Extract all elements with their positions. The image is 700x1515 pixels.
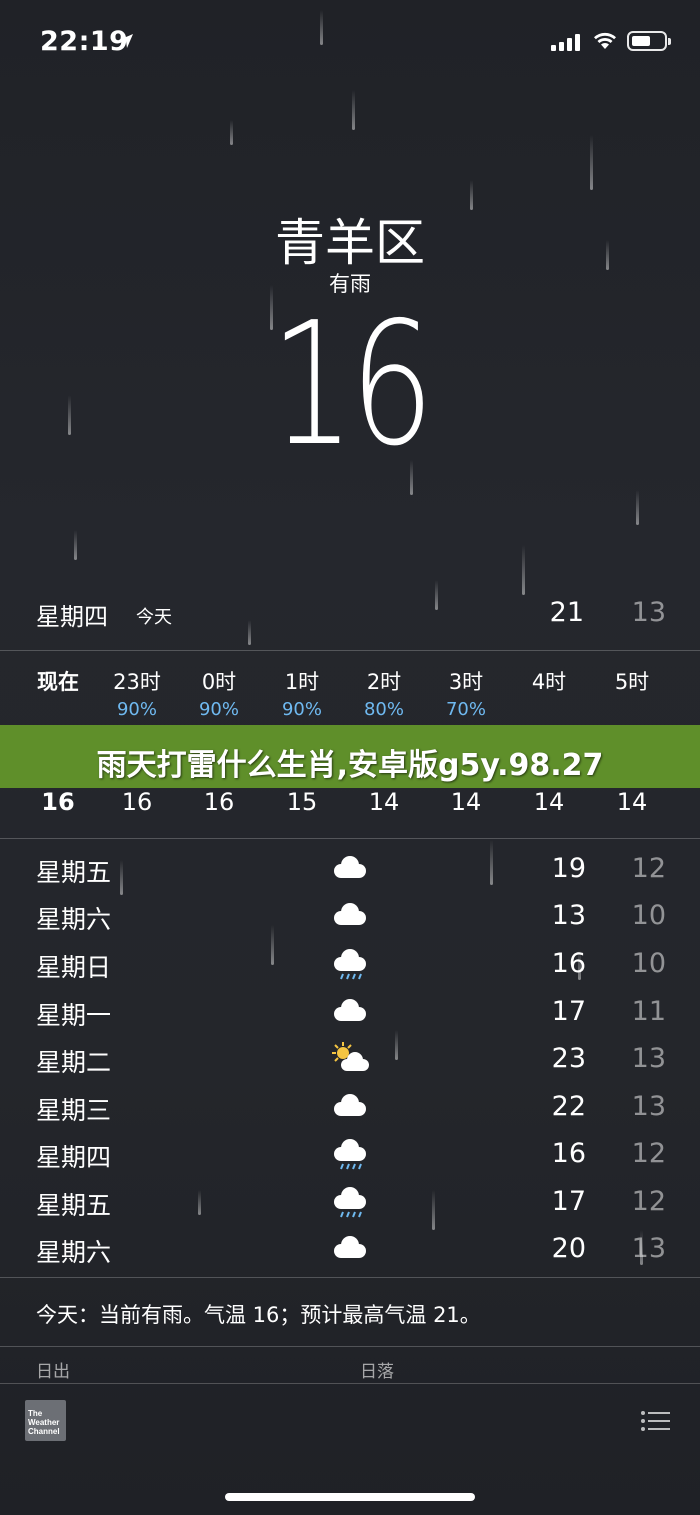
daily-row: 星期六 20 13 xyxy=(36,1233,666,1279)
hour-label: 现在 xyxy=(37,670,79,694)
day-name: 星期二 xyxy=(36,1048,112,1077)
hour-label: 5时 xyxy=(614,670,650,694)
day-low: 12 xyxy=(631,853,666,884)
hour-temp: 15 xyxy=(286,788,318,816)
day-low: 10 xyxy=(631,900,666,931)
day-low: 12 xyxy=(631,1138,666,1169)
hour-label: 4时 xyxy=(531,670,567,694)
daily-row: 星期日 16 10 xyxy=(36,948,666,994)
battery-icon xyxy=(627,31,671,51)
cloud-icon xyxy=(334,1094,366,1116)
today-low: 13 xyxy=(631,597,666,628)
day-low: 11 xyxy=(631,996,666,1027)
precip-chance: 90% xyxy=(116,699,157,720)
daily-row: 星期一 17 11 xyxy=(36,996,666,1042)
day-high: 16 xyxy=(551,1138,586,1169)
hour-item: 4时 xyxy=(509,666,589,696)
hour-item: 0时 90% xyxy=(179,666,259,720)
day-high: 17 xyxy=(551,996,586,1027)
day-name: 星期日 xyxy=(36,953,112,982)
home-indicator[interactable] xyxy=(225,1493,475,1501)
rain-icon xyxy=(334,949,366,980)
divider xyxy=(0,838,700,839)
day-high: 16 xyxy=(551,948,586,979)
location-arrow-icon xyxy=(119,34,133,48)
cloud-icon xyxy=(334,856,366,878)
sunset-label: 日落 xyxy=(360,1362,394,1382)
hour-label: 3时 xyxy=(448,670,484,694)
today-row: 星期四 今天 21 13 xyxy=(36,597,666,637)
daily-row: 星期三 22 13 xyxy=(36,1091,666,1137)
divider xyxy=(0,1346,700,1347)
cellular-signal-icon xyxy=(551,33,580,51)
day-name: 星期四 xyxy=(36,1143,112,1172)
hour-label: 2时 xyxy=(366,670,402,694)
precip-chance: 70% xyxy=(445,699,486,720)
day-high: 20 xyxy=(551,1233,586,1264)
weather-channel-logo[interactable]: The Weather Channel xyxy=(25,1400,66,1441)
day-name: 星期五 xyxy=(36,1191,112,1220)
wifi-icon xyxy=(594,32,616,49)
hour-item: 2时 80% xyxy=(344,666,424,720)
day-name: 星期六 xyxy=(36,1238,112,1267)
precip-chance: 90% xyxy=(198,699,239,720)
day-high: 22 xyxy=(551,1091,586,1122)
day-high: 13 xyxy=(551,900,586,931)
daily-row: 星期四 16 12 xyxy=(36,1138,666,1184)
hour-item: 23时 90% xyxy=(97,666,177,720)
day-low: 13 xyxy=(631,1233,666,1264)
precip-chance: 80% xyxy=(363,699,404,720)
hour-item: 1时 90% xyxy=(262,666,342,720)
hour-item: 5时 xyxy=(592,666,672,696)
hour-label: 23时 xyxy=(113,670,161,694)
day-low: 13 xyxy=(631,1043,666,1074)
hour-now: 现在 xyxy=(18,666,98,696)
day-low: 13 xyxy=(631,1091,666,1122)
hour-temp: 14 xyxy=(450,788,482,816)
divider xyxy=(0,1383,700,1384)
cloud-icon xyxy=(334,999,366,1021)
today-summary: 今天：当前有雨。气温 16；预计最高气温 21。 xyxy=(36,1303,481,1327)
hour-temp: 14 xyxy=(368,788,400,816)
day-name: 星期五 xyxy=(36,858,112,887)
day-name: 星期六 xyxy=(36,905,112,934)
day-low: 12 xyxy=(631,1186,666,1217)
logo-text: The Weather Channel xyxy=(28,1409,60,1436)
day-high: 23 xyxy=(551,1043,586,1074)
day-high: 19 xyxy=(551,853,586,884)
hour-temp: 14 xyxy=(616,788,648,816)
ad-banner-text[interactable]: 雨天打雷什么生肖,安卓版g5y.98.27 xyxy=(0,740,700,784)
hour-temp: 16 xyxy=(41,788,75,816)
hour-temp: 16 xyxy=(121,788,153,816)
sunrise-label: 日出 xyxy=(36,1362,70,1382)
current-temperature: 16 xyxy=(270,286,434,484)
day-name: 星期一 xyxy=(36,1001,112,1030)
hour-label: 1时 xyxy=(284,670,320,694)
cloud-icon xyxy=(334,1236,366,1258)
city-name: 青羊区 xyxy=(275,214,425,272)
rain-icon xyxy=(334,1139,366,1170)
divider xyxy=(0,650,700,651)
today-high: 21 xyxy=(549,597,584,628)
divider xyxy=(0,1277,700,1278)
daily-row: 星期二 23 13 xyxy=(36,1042,666,1089)
daily-row: 星期六 13 10 xyxy=(36,900,666,946)
status-time: 22:19 xyxy=(40,26,129,57)
day-high: 17 xyxy=(551,1186,586,1217)
daily-row: 星期五 17 12 xyxy=(36,1186,666,1232)
city-list-icon[interactable] xyxy=(640,1410,670,1432)
cloud-icon xyxy=(334,903,366,925)
day-low: 10 xyxy=(631,948,666,979)
partly-sunny-icon xyxy=(332,1042,369,1071)
today-day: 星期四 xyxy=(36,603,108,631)
hour-temp: 14 xyxy=(533,788,565,816)
day-name: 星期三 xyxy=(36,1096,112,1125)
precip-chance: 90% xyxy=(281,699,322,720)
hour-temp: 16 xyxy=(203,788,235,816)
hour-item: 3时 70% xyxy=(426,666,506,720)
hour-label: 0时 xyxy=(201,670,237,694)
daily-row: 星期五 19 12 xyxy=(36,853,666,899)
rain-icon xyxy=(334,1187,366,1218)
today-label: 今天 xyxy=(136,607,172,628)
